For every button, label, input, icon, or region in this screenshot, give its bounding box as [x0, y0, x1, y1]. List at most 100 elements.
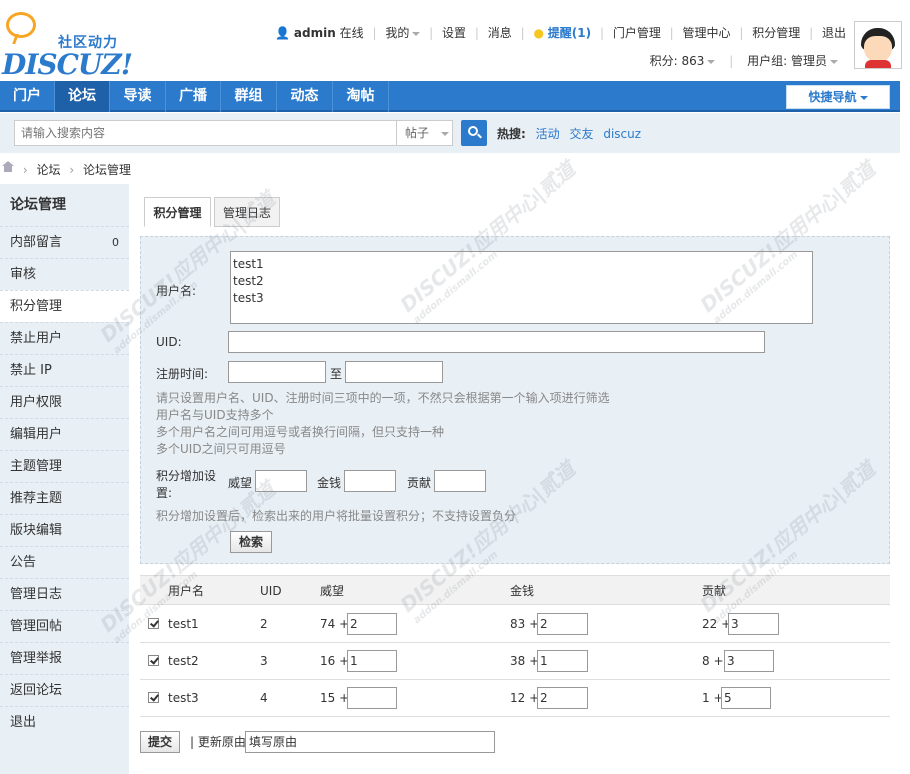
contrib-add-input[interactable] [434, 470, 486, 492]
tab-manage-log[interactable]: 管理日志 [214, 197, 280, 227]
prestige-input[interactable]: 1 [347, 650, 397, 672]
sidebar-item-exit[interactable]: 退出 [0, 706, 129, 738]
nav-item-forum[interactable]: 论坛 [55, 81, 110, 112]
money-add-input[interactable] [344, 470, 396, 492]
nav-item-broadcast[interactable]: 广播 [166, 81, 221, 112]
credit-hint: 积分增加设置后，检索出来的用户将批量设置积分；不支持设置负分 [156, 509, 517, 523]
username-link[interactable]: admin [294, 26, 336, 40]
row-username: test2 [168, 654, 199, 668]
nav-item-feed[interactable]: 动态 [277, 81, 333, 112]
nav-item-portal[interactable]: 门户 [0, 81, 55, 112]
money-input[interactable]: 1 [537, 650, 588, 672]
search-submit-button[interactable]: 检索 [230, 531, 272, 553]
sidebar-item-ban-ip[interactable]: 禁止 IP [0, 354, 129, 386]
row-contrib: 22 + [702, 617, 732, 631]
prestige-add-input[interactable] [255, 470, 307, 492]
usergroup-menu[interactable]: 用户组: 管理员 [747, 54, 838, 68]
sidebar-item-announcement[interactable]: 公告 [0, 546, 129, 578]
nav-item-group[interactable]: 群组 [221, 81, 277, 112]
regtime-end-input[interactable] [345, 361, 443, 383]
contrib-input[interactable]: 3 [728, 613, 779, 635]
remind-link[interactable]: 提醒(1) [548, 24, 591, 41]
messages-link[interactable]: 消息 [488, 24, 512, 41]
chevron-down-icon [412, 31, 421, 36]
regtime-label: 注册时间: [156, 367, 209, 381]
sidebar-item-credit-manage[interactable]: 积分管理 [0, 290, 129, 322]
filter-hint: 多个用户名之间可用逗号或者换行间隔，但只支持一种 [156, 425, 445, 439]
sidebar-item-user-permission[interactable]: 用户权限 [0, 386, 129, 418]
row-contrib: 8 + [702, 654, 724, 668]
table-header: 用户名 UID 威望 金钱 贡献 [140, 575, 890, 605]
reason-input[interactable]: 填写原由 [245, 731, 495, 753]
col-uid: UID [260, 584, 282, 598]
admin-center-link[interactable]: 管理中心 [683, 24, 731, 41]
prestige-input[interactable]: 2 [347, 613, 397, 635]
row-checkbox[interactable] [148, 655, 159, 666]
user-icon: 👤 [275, 26, 291, 40]
sidebar-item-manage-report[interactable]: 管理举报 [0, 642, 129, 674]
uid-input[interactable] [228, 331, 765, 353]
username-label: 用户名: [156, 284, 197, 298]
breadcrumb-forum-manage[interactable]: 论坛管理 [83, 163, 131, 177]
row-checkbox[interactable] [148, 618, 159, 629]
chevron-down-icon [707, 59, 716, 64]
row-money: 12 + [510, 691, 540, 705]
row-username: test1 [168, 617, 199, 631]
contrib-input[interactable]: 3 [724, 650, 774, 672]
hot-link-discuz[interactable]: discuz [603, 127, 641, 141]
portal-manage-link[interactable]: 门户管理 [613, 24, 661, 41]
tab-credit-manage[interactable]: 积分管理 [144, 197, 211, 227]
row-checkbox[interactable] [148, 692, 159, 703]
contrib-label: 贡献 [407, 476, 432, 490]
filter-hint: 多个UID之间只可用逗号 [156, 442, 286, 456]
row-username: test3 [168, 691, 199, 705]
money-input[interactable]: 2 [537, 613, 588, 635]
credit-setting-label-2: 置: [156, 486, 173, 500]
online-status[interactable]: 在线 [340, 24, 364, 41]
col-prestige: 威望 [320, 584, 345, 598]
main-nav: 门户 论坛 导读 广播 群组 动态 淘帖 快捷导航 [0, 81, 900, 112]
chevron-down-icon [859, 95, 868, 100]
hot-link-friends[interactable]: 交友 [569, 127, 593, 141]
mine-menu[interactable]: 我的 [385, 24, 421, 41]
credits-menu[interactable]: 积分: 863 [650, 54, 716, 68]
regtime-start-input[interactable] [228, 361, 326, 383]
submit-button[interactable]: 提交 [140, 731, 180, 753]
discuz-logo[interactable]: 社区动力 DISCUZ! [2, 12, 133, 81]
uid-label: UID: [156, 335, 182, 349]
settings-link[interactable]: 设置 [442, 24, 466, 41]
sidebar-item-forum-edit[interactable]: 版块编辑 [0, 514, 129, 546]
chevron-down-icon [441, 131, 450, 136]
search-input[interactable] [14, 120, 397, 146]
sidebar-item-recommend-thread[interactable]: 推荐主题 [0, 482, 129, 514]
avatar[interactable] [854, 21, 902, 69]
nav-item-guide[interactable]: 导读 [110, 81, 166, 112]
sidebar-item-edit-user[interactable]: 编辑用户 [0, 418, 129, 450]
search-type-select[interactable]: 帖子 [397, 120, 453, 146]
credit-manage-link[interactable]: 积分管理 [752, 24, 800, 41]
contrib-input[interactable]: 5 [721, 687, 771, 709]
username-textarea[interactable]: test1 test2 test3 [230, 251, 813, 324]
logout-link[interactable]: 退出 [822, 24, 846, 41]
prestige-input[interactable] [347, 687, 397, 709]
prestige-label: 威望 [228, 476, 253, 490]
sidebar-item-ban-user[interactable]: 禁止用户 [0, 322, 129, 354]
home-icon[interactable] [2, 161, 14, 175]
sidebar-item-moderation[interactable]: 审核 [0, 258, 129, 290]
quick-nav-button[interactable]: 快捷导航 [786, 85, 890, 109]
sidebar-item-manage-reply[interactable]: 管理回帖 [0, 610, 129, 642]
sidebar-item-manage-log[interactable]: 管理日志 [0, 578, 129, 610]
money-input[interactable]: 2 [537, 687, 588, 709]
nav-item-collection[interactable]: 淘帖 [333, 81, 389, 112]
sidebar-item-back-to-forum[interactable]: 返回论坛 [0, 674, 129, 706]
hot-link-activity[interactable]: 活动 [536, 127, 560, 141]
search-button[interactable] [461, 120, 487, 146]
breadcrumb-forum[interactable]: 论坛 [36, 163, 60, 177]
top-user-links: 👤 admin 在线 | 我的 | 设置 | 消息 | ● 提醒(1) | 门户… [275, 24, 846, 41]
table-row: test1 2 74 + 2 83 + 2 22 + 3 [140, 606, 890, 643]
row-uid: 4 [260, 691, 268, 705]
sidebar-item-internal-messages[interactable]: 内部留言 0 [0, 226, 129, 258]
sidebar-item-thread-manage[interactable]: 主题管理 [0, 450, 129, 482]
row-money: 83 + [510, 617, 540, 631]
col-contrib: 贡献 [702, 584, 727, 598]
